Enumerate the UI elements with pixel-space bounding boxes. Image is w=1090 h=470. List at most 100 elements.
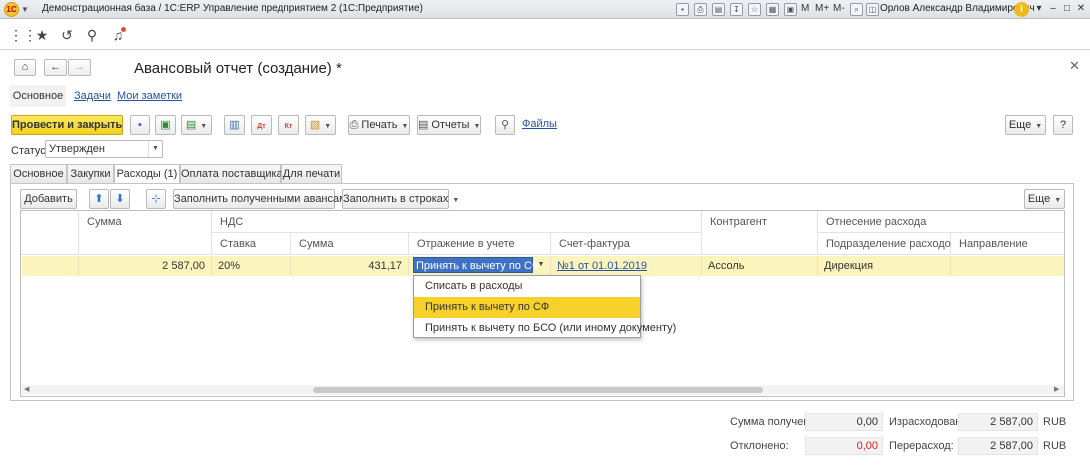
- received-value: 0,00: [805, 413, 883, 431]
- tab-expenses[interactable]: Расходы (1): [114, 164, 180, 184]
- dropdown-option-deduct-invoice[interactable]: Принять к вычету по СФ: [414, 297, 640, 318]
- chevron-down-icon[interactable]: ▼: [21, 5, 29, 14]
- reports-label: Отчеты: [431, 119, 470, 131]
- fill-rows-button[interactable]: Заполнить в строках ▼: [342, 189, 459, 209]
- link-icon[interactable]: ↧: [730, 3, 743, 16]
- tab-tasks[interactable]: Задачи: [74, 85, 111, 107]
- tab-for-print[interactable]: Для печати: [281, 164, 342, 183]
- memory-button-mminus[interactable]: M-: [833, 3, 845, 14]
- home-button[interactable]: ⌂: [14, 59, 36, 76]
- tab-supplier-payments[interactable]: Оплата поставщикам: [180, 164, 290, 183]
- status-select[interactable]: Утвержден ▼: [45, 140, 163, 158]
- print-label: Печать: [361, 119, 398, 131]
- favorites-star-icon[interactable]: ★: [34, 27, 50, 43]
- hierarchy-icon: ⊹: [151, 193, 161, 205]
- zoom-icon[interactable]: ⌕: [850, 3, 863, 16]
- print-icon[interactable]: ⎙: [694, 3, 707, 16]
- header-direction[interactable]: Направление: [951, 233, 1064, 255]
- arrow-down-icon: ⬇: [115, 193, 125, 205]
- maximize-icon[interactable]: □: [1060, 2, 1074, 16]
- header-counterparty[interactable]: Контрагент: [702, 211, 818, 255]
- menu-icon[interactable]: ▾: [1032, 2, 1046, 16]
- printer-icon: ⎙: [349, 119, 359, 131]
- tab-my-notes[interactable]: Мои заметки: [117, 85, 182, 107]
- dropdown-option-deduct-bso[interactable]: Принять к вычету по БСО (или иному докум…: [414, 318, 676, 339]
- window-title: Демонстрационная база / 1С:ERP Управлени…: [42, 3, 423, 14]
- back-button[interactable]: ←: [44, 59, 67, 76]
- dt-kt-movements-button[interactable]: Кт: [278, 115, 299, 135]
- move-down-button[interactable]: ⬇: [110, 189, 130, 209]
- horizontal-scrollbar[interactable]: ◀ ▶: [21, 385, 1064, 395]
- tab-general[interactable]: Основное: [10, 164, 67, 183]
- header-expense-attribution[interactable]: Отнесение расхода: [818, 211, 1064, 233]
- calendar-icon[interactable]: ▦: [766, 3, 779, 16]
- star-icon[interactable]: ☆: [748, 3, 761, 16]
- current-user[interactable]: Орлов Александр Владимирович: [880, 3, 1035, 14]
- header-accounting[interactable]: Отражение в учете: [409, 233, 551, 255]
- row-selector-cell[interactable]: [22, 256, 79, 276]
- status-label: Статус:: [11, 145, 49, 157]
- create-based-on-button[interactable]: ▤ ▼: [181, 115, 212, 135]
- header-vat[interactable]: НДС: [212, 211, 702, 233]
- cell-counterparty[interactable]: Ассоль: [702, 256, 818, 276]
- print-button[interactable]: ⎙ Печать ▼: [348, 115, 410, 135]
- cell-vat-sum[interactable]: 431,17: [291, 256, 409, 276]
- document-journal-button[interactable]: ▥: [224, 115, 245, 135]
- overspent-label: Перерасход:: [889, 440, 954, 452]
- post-and-close-button[interactable]: Провести и закрыть: [11, 115, 123, 135]
- cell-rate[interactable]: 20%: [212, 256, 291, 276]
- save-icon[interactable]: ▪: [676, 3, 689, 16]
- post-button[interactable]: ▣: [155, 115, 176, 135]
- report-icon: ▤: [418, 119, 429, 131]
- calculator-icon[interactable]: ▣: [784, 3, 797, 16]
- accounting-edit-field[interactable]: Принять к вычету по СФ: [413, 257, 540, 273]
- tab-main[interactable]: Основное: [10, 85, 66, 107]
- table-more-button[interactable]: Еще ▼: [1024, 189, 1065, 209]
- accounting-options-dropdown[interactable]: Списать в расходы Принять к вычету по СФ…: [413, 275, 676, 339]
- header-sum[interactable]: Сумма: [79, 211, 212, 255]
- chevron-down-icon[interactable]: ▼: [148, 141, 162, 157]
- app-logo-icon[interactable]: 1C: [4, 2, 19, 17]
- scrollbar-thumb[interactable]: [313, 387, 763, 393]
- files-link[interactable]: Файлы: [522, 118, 557, 130]
- apps-grid-icon[interactable]: ⋮⋮: [9, 27, 37, 43]
- cell-invoice-link[interactable]: №1 от 01.01.2019: [551, 256, 702, 276]
- dt-kt-button[interactable]: Дт: [251, 115, 272, 135]
- fill-rows-label: Заполнить в строках: [343, 193, 449, 205]
- header-invoice[interactable]: Счет-фактура: [551, 233, 702, 255]
- history-icon[interactable]: ↺: [59, 27, 75, 43]
- save-button[interactable]: ▪: [130, 115, 150, 135]
- preview-icon[interactable]: ▤: [712, 3, 725, 16]
- panel-icon[interactable]: ◫: [866, 3, 879, 16]
- cell-department[interactable]: Дирекция: [818, 256, 951, 276]
- close-window-icon[interactable]: ✕: [1074, 2, 1088, 16]
- more-button[interactable]: Еще ▼: [1005, 115, 1046, 135]
- scroll-left-icon[interactable]: ◀: [24, 385, 29, 395]
- header-department[interactable]: Подразделение расходов: [818, 233, 957, 255]
- chevron-down-icon[interactable]: ▼: [534, 257, 548, 273]
- header-rate[interactable]: Ставка: [212, 233, 291, 255]
- structure-button[interactable]: ⊹: [146, 189, 166, 209]
- help-button[interactable]: ?: [1053, 115, 1073, 135]
- related-docs-button[interactable]: ▧ ▼: [305, 115, 336, 135]
- cell-direction[interactable]: [951, 256, 1064, 276]
- dropdown-option-write-off[interactable]: Списать в расходы: [414, 276, 640, 297]
- forward-button[interactable]: →: [68, 59, 91, 76]
- close-form-icon[interactable]: ✕: [1069, 58, 1080, 74]
- scroll-right-icon[interactable]: ▶: [1054, 385, 1059, 395]
- minimize-icon[interactable]: –: [1046, 2, 1060, 16]
- attach-button[interactable]: ⚲: [495, 115, 515, 135]
- search-icon[interactable]: ⚲: [84, 27, 100, 43]
- move-up-button[interactable]: ⬆: [89, 189, 109, 209]
- rejected-label: Отклонено:: [730, 440, 789, 452]
- arrow-up-icon: ⬆: [94, 193, 104, 205]
- tab-purchases[interactable]: Закупки: [67, 164, 114, 183]
- cell-sum[interactable]: 2 587,00: [79, 256, 212, 276]
- memory-button-mplus[interactable]: M+: [815, 3, 829, 14]
- fill-advances-button[interactable]: Заполнить полученными авансами: [173, 189, 353, 209]
- header-vat-sum[interactable]: Сумма: [291, 233, 409, 255]
- info-icon[interactable]: i: [1014, 2, 1029, 17]
- reports-button[interactable]: ▤ Отчеты ▼: [417, 115, 481, 135]
- add-row-button[interactable]: Добавить: [20, 189, 77, 209]
- memory-button-m[interactable]: M: [801, 3, 809, 14]
